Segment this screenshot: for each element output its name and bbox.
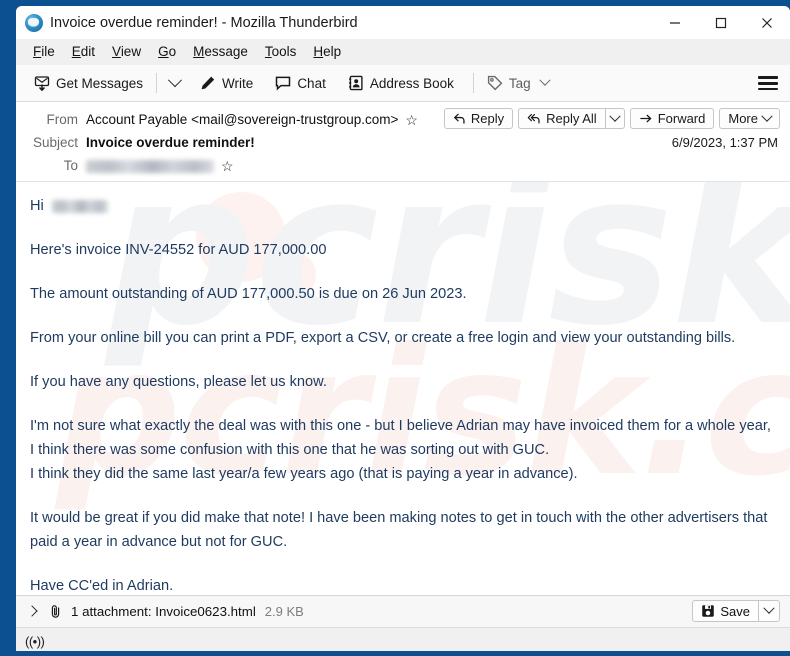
reply-button[interactable]: Reply xyxy=(443,108,514,129)
menu-help[interactable]: Help xyxy=(305,41,350,62)
message-timestamp: 6/9/2023, 1:37 PM xyxy=(671,135,778,150)
subject-label: Subject xyxy=(32,135,78,150)
greeting-line: Hi xyxy=(30,194,776,218)
write-label: Write xyxy=(222,75,254,91)
address-book-button[interactable]: Address Book xyxy=(341,71,461,95)
title-bar: Invoice overdue reminder! - Mozilla Thun… xyxy=(16,6,790,39)
header-row-to: To ☆ xyxy=(16,154,790,177)
menu-bar: File Edit View Go Message Tools Help xyxy=(16,39,790,65)
save-button[interactable]: Save xyxy=(692,600,758,622)
write-button[interactable]: Write xyxy=(193,71,260,95)
window-chrome: Invoice overdue reminder! - Mozilla Thun… xyxy=(16,6,790,651)
paperclip-icon xyxy=(48,604,63,619)
forward-label: Forward xyxy=(657,111,706,126)
star-icon[interactable]: ☆ xyxy=(221,159,234,173)
reply-all-label: Reply All xyxy=(546,111,597,126)
message-body-text: Hi Here's invoice INV-24552 for AUD 177,… xyxy=(30,194,776,595)
message-header: From Account Payable <mail@sovereign-tru… xyxy=(16,102,790,182)
more-button[interactable]: More xyxy=(719,108,780,129)
reply-arrow-icon xyxy=(453,112,466,125)
body-paragraph-7: Have CC'ed in Adrian. xyxy=(30,578,174,594)
thunderbird-logo-icon xyxy=(25,13,43,32)
body-paragraph-4: If you have any questions, please let us… xyxy=(30,374,327,390)
body-paragraph-5a: I'm not sure what exactly the deal was w… xyxy=(30,418,771,458)
chevron-down-icon xyxy=(167,73,183,88)
forward-arrow-icon xyxy=(639,112,653,125)
chat-button[interactable]: Chat xyxy=(268,71,333,95)
minimize-icon[interactable] xyxy=(652,6,698,39)
forward-button[interactable]: Forward xyxy=(629,108,715,129)
menu-message[interactable]: Message xyxy=(185,41,257,62)
thunderbird-window: Invoice overdue reminder! - Mozilla Thun… xyxy=(0,0,790,656)
chevron-down-icon xyxy=(761,110,773,122)
redacted-recipient xyxy=(86,159,214,173)
get-messages-label: Get Messages xyxy=(56,75,144,91)
body-paragraph-5b: I think they did the same last year/a fe… xyxy=(30,466,578,482)
speech-bubble-icon xyxy=(275,75,291,91)
body-paragraph-1: Here's invoice INV-24552 for AUD 177,000… xyxy=(30,242,327,258)
menu-go[interactable]: Go xyxy=(150,41,185,62)
save-dropdown[interactable] xyxy=(758,600,780,622)
toolbar-separator-2 xyxy=(472,73,474,93)
main-toolbar: Get Messages Write Chat Address Book Tag xyxy=(16,65,790,102)
chevron-down-icon xyxy=(609,110,621,122)
attachment-bar: 1 attachment: Invoice0623.html 2.9 KB Sa… xyxy=(16,595,790,627)
address-book-label: Address Book xyxy=(369,75,454,91)
toolbar-separator-1 xyxy=(156,73,158,93)
reply-all-arrow-icon xyxy=(527,112,541,125)
attachment-text[interactable]: 1 attachment: Invoice0623.html xyxy=(71,604,256,619)
message-action-buttons: Reply Reply All Forward More xyxy=(443,108,780,129)
hamburger-menu-icon[interactable] xyxy=(758,73,778,93)
attachment-size: 2.9 KB xyxy=(264,604,304,619)
broadcast-icon: ((•)) xyxy=(25,633,45,649)
body-paragraph-6: It would be great if you did make that n… xyxy=(30,510,768,550)
to-value-redacted[interactable] xyxy=(86,158,214,173)
reply-all-group: Reply All xyxy=(518,108,625,129)
chevron-right-icon[interactable] xyxy=(26,605,40,619)
menu-file[interactable]: File xyxy=(25,41,64,62)
get-messages-dropdown[interactable] xyxy=(163,73,187,92)
tag-button[interactable]: Tag xyxy=(480,71,556,95)
close-icon[interactable] xyxy=(744,6,790,39)
menu-edit[interactable]: Edit xyxy=(64,41,104,62)
save-button-group: Save xyxy=(692,600,780,622)
menu-view[interactable]: View xyxy=(104,41,150,62)
menu-file-rest: ile xyxy=(41,44,55,59)
redacted-greeting-name xyxy=(51,199,108,213)
more-label: More xyxy=(728,111,758,126)
inbox-download-icon xyxy=(34,75,50,91)
floppy-disk-icon xyxy=(701,604,715,618)
pencil-icon xyxy=(200,75,216,91)
from-value[interactable]: Account Payable <mail@sovereign-trustgro… xyxy=(86,112,398,127)
chevron-down-icon xyxy=(539,74,551,86)
to-label: To xyxy=(63,158,78,173)
chat-label: Chat xyxy=(297,75,326,91)
save-label: Save xyxy=(720,603,750,619)
chevron-down-icon xyxy=(763,602,775,614)
subject-value: Invoice overdue reminder! xyxy=(86,135,255,150)
message-body: pcrisk pcrisk.com Hi Here's invoice INV-… xyxy=(16,182,790,595)
get-messages-button[interactable]: Get Messages xyxy=(27,71,150,95)
status-bar: ((•)) xyxy=(16,627,790,651)
window-controls xyxy=(652,6,790,39)
tag-label: Tag xyxy=(508,75,531,91)
reply-all-button[interactable]: Reply All xyxy=(518,108,605,129)
from-label: From xyxy=(46,112,79,127)
greeting-prefix: Hi xyxy=(30,198,44,214)
body-paragraph-2: The amount outstanding of AUD 177,000.50… xyxy=(30,286,467,302)
star-icon[interactable]: ☆ xyxy=(405,113,418,127)
menu-tools[interactable]: Tools xyxy=(257,41,306,62)
contact-card-icon xyxy=(348,75,364,91)
window-title: Invoice overdue reminder! - Mozilla Thun… xyxy=(50,14,358,31)
reply-all-dropdown[interactable] xyxy=(604,108,625,129)
maximize-icon[interactable] xyxy=(698,6,744,39)
tag-icon xyxy=(487,75,503,91)
reply-label: Reply xyxy=(470,111,505,126)
body-paragraph-3: From your online bill you can print a PD… xyxy=(30,330,736,346)
